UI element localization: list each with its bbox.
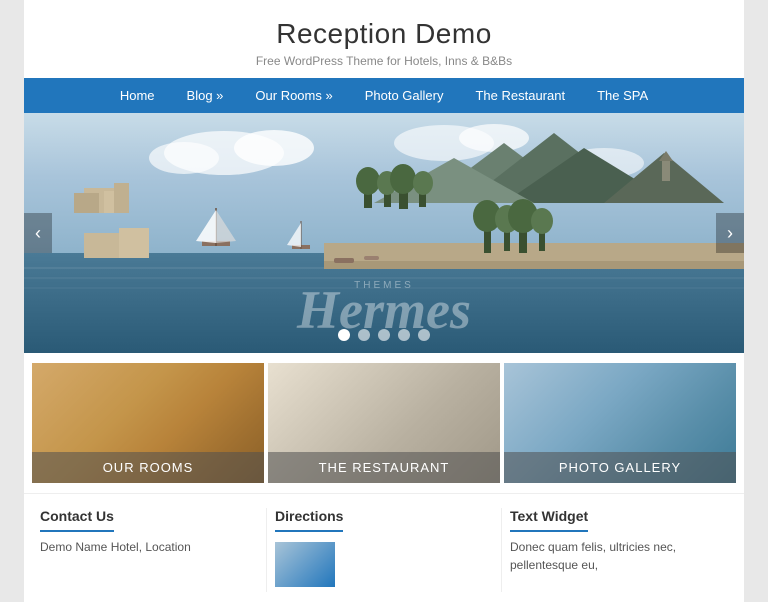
- nav-item-4[interactable]: The Restaurant: [459, 78, 581, 113]
- site-header: Reception Demo Free WordPress Theme for …: [24, 0, 744, 78]
- widget-content-0: Demo Name Hotel, Location: [40, 538, 258, 556]
- feature-box-1[interactable]: THE RESTAURANT: [268, 363, 500, 483]
- nav-item-2[interactable]: Our Rooms »: [239, 78, 348, 113]
- main-nav: HomeBlog »Our Rooms »Photo GalleryThe Re…: [24, 78, 744, 113]
- widget-col-2: Text Widget Donec quam felis, ultricies n…: [502, 508, 736, 592]
- slider-dot-0[interactable]: [338, 329, 350, 341]
- widget-image-placeholder: [275, 542, 335, 587]
- slider-dot-4[interactable]: [418, 329, 430, 341]
- page-wrapper: Reception Demo Free WordPress Theme for …: [24, 0, 744, 602]
- hero-scene-svg: THEMES Hermes: [24, 113, 744, 353]
- nav-item-0[interactable]: Home: [104, 78, 171, 113]
- slider-dot-2[interactable]: [378, 329, 390, 341]
- widget-title-2: Text Widget: [510, 508, 588, 532]
- widget-col-1: Directions: [267, 508, 502, 592]
- widget-title-0: Contact Us: [40, 508, 114, 532]
- slider-dot-3[interactable]: [398, 329, 410, 341]
- slider-arrow-right[interactable]: ›: [716, 213, 744, 253]
- slider-dots: [338, 329, 430, 341]
- feature-box-label-1: THE RESTAURANT: [268, 452, 500, 483]
- hero-slider: THEMES Hermes ‹ ›: [24, 113, 744, 353]
- site-subtitle: Free WordPress Theme for Hotels, Inns & …: [34, 54, 734, 68]
- feature-box-0[interactable]: OUR ROOMS: [32, 363, 264, 483]
- widget-title-1: Directions: [275, 508, 343, 532]
- nav-item-3[interactable]: Photo Gallery: [349, 78, 460, 113]
- widget-col-0: Contact Us Demo Name Hotel, Location: [32, 508, 267, 592]
- hero-background: THEMES Hermes: [24, 113, 744, 353]
- nav-item-5[interactable]: The SPA: [581, 78, 664, 113]
- feature-box-label-0: OUR ROOMS: [32, 452, 264, 483]
- nav-item-1[interactable]: Blog »: [171, 78, 240, 113]
- feature-boxes: OUR ROOMSTHE RESTAURANTPHOTO GALLERY: [24, 353, 744, 493]
- slider-dot-1[interactable]: [358, 329, 370, 341]
- widget-content-1: [275, 538, 493, 592]
- widgets-row: Contact Us Demo Name Hotel, Location Direc…: [24, 493, 744, 602]
- feature-box-label-2: PHOTO GALLERY: [504, 452, 736, 483]
- widget-content-2: Donec quam felis, ultricies nec, pellent…: [510, 538, 728, 574]
- feature-box-2[interactable]: PHOTO GALLERY: [504, 363, 736, 483]
- slider-arrow-left[interactable]: ‹: [24, 213, 52, 253]
- site-title: Reception Demo: [34, 18, 734, 50]
